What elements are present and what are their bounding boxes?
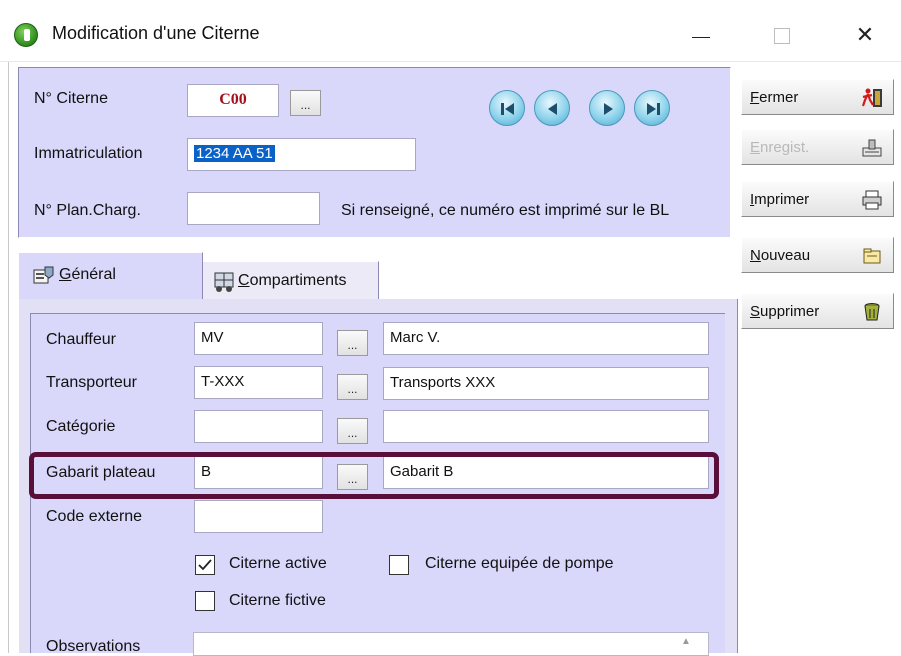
enregistrer-label: Enregist. [750, 139, 810, 156]
categorie-label: Catégorie [46, 418, 116, 435]
chauffeur-code-field[interactable]: MV [194, 322, 323, 355]
save-icon [862, 139, 882, 157]
citerne-fictive-label: Citerne fictive [229, 592, 326, 609]
chauffeur-lookup-button[interactable]: ... [337, 330, 368, 356]
last-record-icon [647, 103, 660, 115]
nouveau-button[interactable]: Nouveau [741, 237, 894, 273]
citerne-number-field[interactable]: C00 [187, 84, 279, 117]
code-externe-field[interactable] [194, 500, 323, 533]
enregistrer-button[interactable]: Enregist. [741, 129, 894, 165]
delete-bin-icon [864, 303, 880, 321]
citerne-label: N° Citerne [34, 90, 108, 107]
plan-charg-hint: Si renseigné, ce numéro est imprimé sur … [341, 202, 670, 219]
transporteur-name-field[interactable]: Transports XXX [383, 367, 709, 400]
highlight-box [29, 452, 719, 499]
transporteur-lookup-button[interactable]: ... [337, 374, 368, 400]
checkmark-icon [198, 559, 212, 571]
new-document-icon [863, 248, 881, 264]
previous-record-button[interactable] [534, 90, 570, 126]
chauffeur-label: Chauffeur [46, 331, 116, 348]
categorie-name-field[interactable] [383, 410, 709, 443]
tab-general-label: Général [59, 266, 116, 283]
citerne-pompe-checkbox[interactable] [389, 555, 409, 575]
transporteur-code-field[interactable]: T-XXX [194, 366, 323, 399]
code-externe-label: Code externe [46, 508, 143, 525]
plan-charg-field[interactable] [187, 192, 320, 225]
citerne-active-label: Citerne active [229, 555, 327, 572]
imprimer-label: Imprimer [750, 191, 810, 208]
chauffeur-name-field[interactable]: Marc V. [383, 322, 709, 355]
immatriculation-field[interactable]: 1234 AA 51 [187, 138, 416, 171]
window-title: Modification d'une Citerne [52, 23, 260, 43]
fermer-label: Fermer [750, 89, 799, 106]
minimize-button[interactable] [688, 24, 714, 46]
previous-record-icon [548, 103, 557, 115]
printer-icon [862, 190, 882, 210]
immatriculation-value: 1234 AA 51 [194, 145, 275, 162]
citerne-lookup-button[interactable]: ... [290, 90, 321, 116]
supprimer-label: Supprimer [750, 303, 820, 320]
exit-door-icon [861, 88, 882, 107]
maximize-button[interactable] [768, 24, 794, 46]
citerne-fictive-checkbox[interactable] [195, 591, 215, 611]
app-icon [14, 23, 38, 47]
compartments-tab-icon [214, 272, 234, 292]
first-record-button[interactable] [489, 90, 525, 126]
next-record-button[interactable] [589, 90, 625, 126]
plan-charg-label: N° Plan.Charg. [34, 202, 141, 219]
tab-general[interactable]: Général [18, 252, 203, 300]
citerne-pompe-label: Citerne equipée de pompe [425, 555, 614, 572]
tab-compartiments-label: Compartiments [238, 272, 347, 289]
first-record-icon [501, 103, 514, 115]
fermer-button[interactable]: Fermer [741, 79, 894, 115]
last-record-button[interactable] [634, 90, 670, 126]
next-record-icon [604, 103, 613, 115]
transporteur-label: Transporteur [46, 374, 137, 391]
citerne-active-checkbox[interactable] [195, 555, 215, 575]
categorie-code-field[interactable] [194, 410, 323, 443]
imprimer-button[interactable]: Imprimer [741, 181, 894, 217]
categorie-lookup-button[interactable]: ... [337, 418, 368, 444]
general-tab-icon [33, 266, 54, 284]
observations-label: Observations [46, 638, 141, 655]
window-left-edge [8, 62, 9, 653]
close-icon[interactable]: ✕ [850, 20, 880, 50]
scroll-up-icon[interactable]: ▲ [678, 636, 694, 652]
observations-field[interactable] [193, 632, 709, 656]
supprimer-button[interactable]: Supprimer [741, 293, 894, 329]
nouveau-label: Nouveau [750, 247, 811, 264]
tab-compartiments[interactable]: Compartiments [203, 261, 379, 300]
immatriculation-label: Immatriculation [34, 145, 143, 162]
